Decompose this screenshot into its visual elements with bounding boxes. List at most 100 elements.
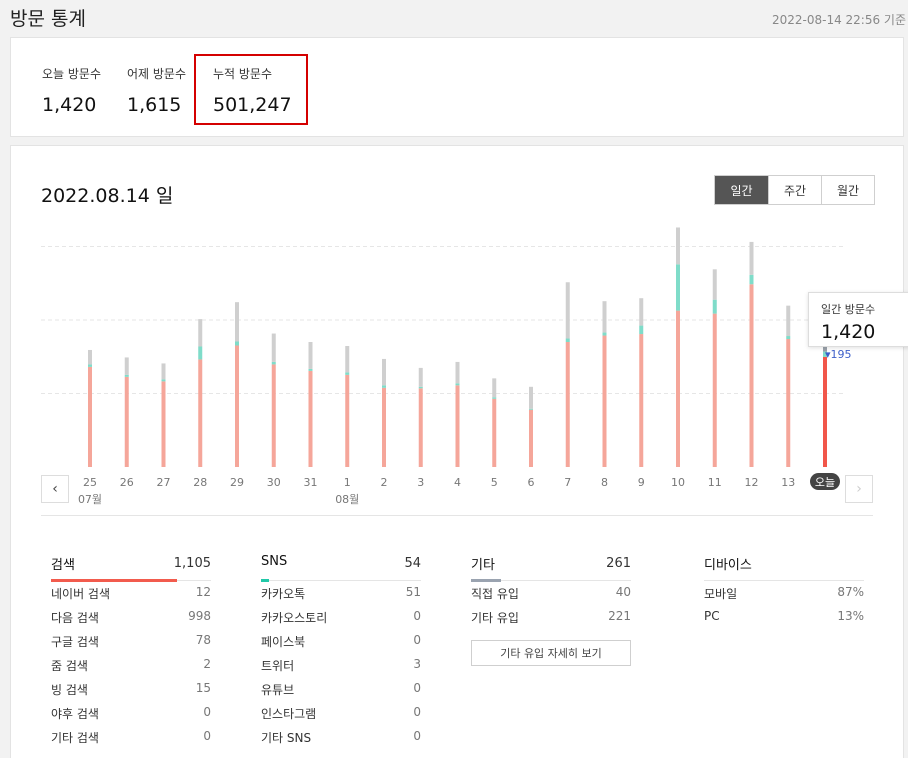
list-item: 네이버 검색 12 [51,581,211,605]
row-label: 모바일 [704,587,738,601]
tooltip-delta: ▾195 [825,348,852,361]
breakdown-sns-title: SNS [261,554,288,569]
bar-search [345,374,350,467]
row-value: 0 [413,729,421,743]
tooltip-value: 1,420 [821,321,876,343]
tick-label: 25 [83,476,97,489]
bar-sns [749,274,754,285]
tab-monthly[interactable]: 월간 [821,176,874,204]
tick-label: 6 [528,476,535,489]
stat-today: 오늘 방문수 1,420 [42,65,101,116]
row-label: 기타 검색 [51,731,99,745]
row-label: 페이스북 [261,635,306,649]
bar-search [639,334,644,467]
bar-search [529,409,533,467]
chart-tooltip: 일간 방문수 1,420 ▾195 [808,292,908,361]
bar-sns [529,408,533,410]
bar-sns [271,361,276,365]
bar-sns [198,346,203,360]
row-value: 998 [188,609,211,623]
breakdown-device-header: 디바이스 [704,551,864,581]
bar-other [345,345,350,373]
list-item: 카카오톡 51 [261,581,421,605]
stat-yesterday: 어제 방문수 1,615 [127,65,186,116]
row-value: 15 [195,681,211,695]
tick-label: 8 [601,476,608,489]
breakdown-other-total: 261 [606,556,631,571]
breakdown-sns: SNS 54 카카오톡 51 카카오스토리 0 페이스북 0 트위터 3 유튜브 0 인스… [261,551,421,749]
bar-sns [235,341,239,346]
row-value: 0 [413,681,421,695]
tick-label: 11 [708,476,722,489]
list-item: 줌 검색 2 [51,653,211,677]
chevron-left-icon: ‹ [52,481,58,497]
bar-other [786,305,791,337]
bar-other [529,386,533,409]
breakdown-sns-total: 54 [404,556,421,571]
bar-search [786,339,791,467]
list-item: PC 13% [704,605,864,629]
tab-weekly[interactable]: 주간 [768,176,821,204]
other-details-button[interactable]: 기타 유입 자세히 보기 [471,640,631,666]
row-value: 40 [615,585,631,599]
tooltip-label: 일간 방문수 [821,303,876,316]
list-item: 트위터 3 [261,653,421,677]
bar-search [161,381,166,467]
chart-divider [41,515,873,516]
chart-prev-button[interactable]: ‹ [41,475,69,503]
tick-label: 4 [454,476,461,489]
bar-search [676,310,680,467]
row-label: 유튜브 [261,683,295,697]
breakdown-search-header: 검색 1,105 [51,551,211,582]
bar-other [161,363,166,380]
bar-sns [345,372,350,375]
tick-label: 30 [267,476,281,489]
stat-yesterday-value: 1,615 [127,94,182,116]
breakdown-other-header: 기타 261 [471,551,631,582]
bar-sns [455,383,460,386]
row-label: 다음 검색 [51,611,99,625]
row-value: 0 [203,729,211,743]
bar-other [712,269,717,300]
bar-other [235,302,239,342]
tick-label: 9 [638,476,645,489]
tick-label: 13 [781,476,795,489]
bar-other [749,241,754,275]
bar-sns [161,379,166,382]
row-value: 0 [413,633,421,647]
row-value: 51 [405,585,421,599]
month-label: 07월 [78,493,102,506]
chart-next-button[interactable]: › [845,475,873,503]
breakdown-search: 검색 1,105 네이버 검색 12 다음 검색 998 구글 검색 78 줌 검색 2… [51,551,211,749]
tick-label: 29 [230,476,244,489]
row-value: 221 [608,609,631,623]
tick-label: 오늘 [815,476,835,489]
row-label: 카카오톡 [261,587,306,601]
tab-daily[interactable]: 일간 [715,176,768,204]
bar-other [418,367,423,387]
list-item: 빙 검색 15 [51,677,211,701]
highlight-box [194,54,308,125]
bar-other [676,227,680,265]
chart-date: 2022.08.14 일 [41,185,174,207]
breakdown-search-total: 1,105 [173,556,211,571]
bar-other [124,357,129,375]
breakdown-other: 기타 261 직접 유입 40 기타 유입 221 기타 유입 자세히 보기 [471,551,631,666]
bar-search [235,345,239,467]
bar-sns [124,374,129,377]
list-item: 카카오스토리 0 [261,605,421,629]
row-label: 기타 유입 [471,611,519,625]
updated-timestamp: 2022-08-14 22:56 기준 [771,13,906,27]
bar-search [565,342,570,467]
list-item: 모바일 87% [704,581,864,605]
bar-other [492,378,497,398]
summary-card: 오늘 방문수 1,420 어제 방문수 1,615 누적 방문수 501,247 [10,37,904,137]
bar-search [382,387,386,467]
bar-other [308,342,313,369]
tick-label: 5 [491,476,498,489]
row-value: 0 [413,609,421,623]
bar-search [455,385,460,467]
breakdown-device: 디바이스 모바일 87% PC 13% [704,551,864,629]
tick-label: 2 [381,476,388,489]
row-value: 2 [203,657,211,671]
